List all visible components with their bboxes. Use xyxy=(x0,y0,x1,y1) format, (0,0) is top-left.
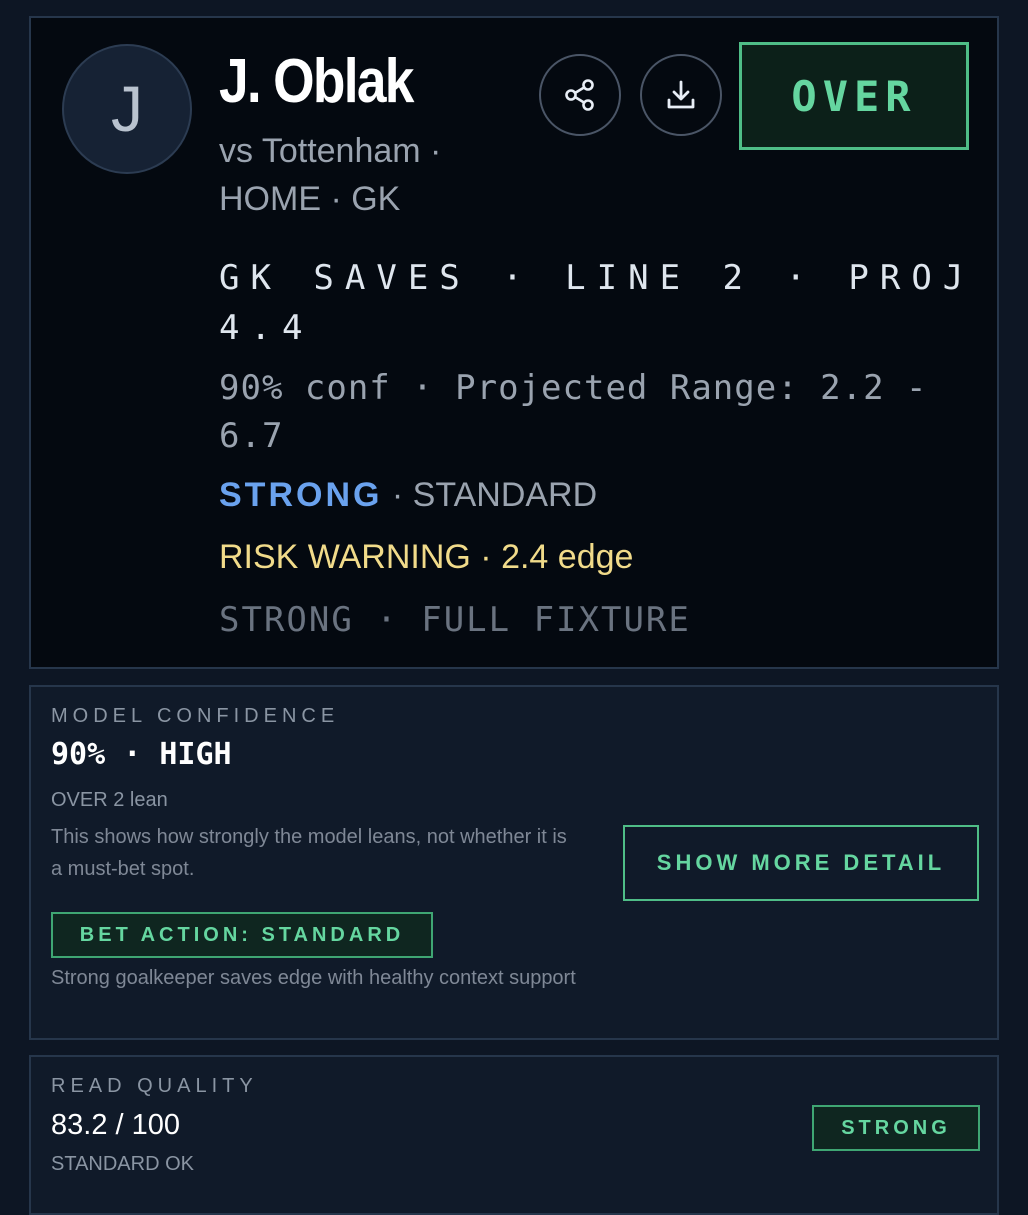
model-confidence-value: 90% · HIGH xyxy=(51,737,232,772)
avatar: J xyxy=(62,44,192,174)
avatar-initial: J xyxy=(111,73,143,145)
bet-action-badge: BET ACTION: STANDARD xyxy=(51,912,433,958)
model-confidence-card: MODEL CONFIDENCE 90% · HIGH OVER 2 lean … xyxy=(29,685,999,1040)
share-button[interactable] xyxy=(539,54,621,136)
confidence-description: This shows how strongly the model leans,… xyxy=(51,826,567,880)
bet-action-description: Strong goalkeeper saves edge with health… xyxy=(51,967,576,989)
stat-projection: 4.4 xyxy=(219,308,314,348)
read-quality-status: STANDARD OK xyxy=(51,1153,194,1175)
matchup-text: vs Tottenham · xyxy=(219,132,442,170)
read-quality-value: 83.2 / 100 xyxy=(51,1109,180,1141)
player-name: J. Oblak xyxy=(219,47,414,116)
model-confidence-label: MODEL CONFIDENCE xyxy=(51,705,340,727)
read-quality-label: READ QUALITY xyxy=(51,1075,258,1097)
tier-action: · STANDARD xyxy=(382,476,598,514)
read-quality-badge: STRONG xyxy=(812,1105,980,1151)
risk-warning: RISK WARNING · 2.4 edge xyxy=(219,538,634,576)
lean-text: OVER 2 lean xyxy=(51,789,168,811)
tier-strength: STRONG xyxy=(219,476,383,514)
player-card: J J. Oblak vs Tottenham · HOME · GK OVER… xyxy=(29,16,999,669)
read-quality-card: READ QUALITY 83.2 / 100 STANDARD OK STRO… xyxy=(29,1055,999,1215)
share-icon xyxy=(565,79,594,111)
download-button[interactable] xyxy=(640,54,722,136)
show-more-detail-button[interactable]: SHOW MORE DETAIL xyxy=(623,825,979,901)
download-icon xyxy=(667,80,695,109)
projected-range: 90% conf · Projected Range: 2.2 - xyxy=(219,368,928,408)
projected-range-end: 6.7 xyxy=(219,416,284,456)
tier-line: STRONG · STANDARD xyxy=(219,476,597,515)
venue-position-text: HOME · GK xyxy=(219,180,401,218)
fixture-line: STRONG · FULL FIXTURE xyxy=(219,600,691,640)
stat-line: GK SAVES · LINE 2 · PROJ xyxy=(219,258,975,298)
pick-direction-badge: OVER xyxy=(739,42,969,150)
